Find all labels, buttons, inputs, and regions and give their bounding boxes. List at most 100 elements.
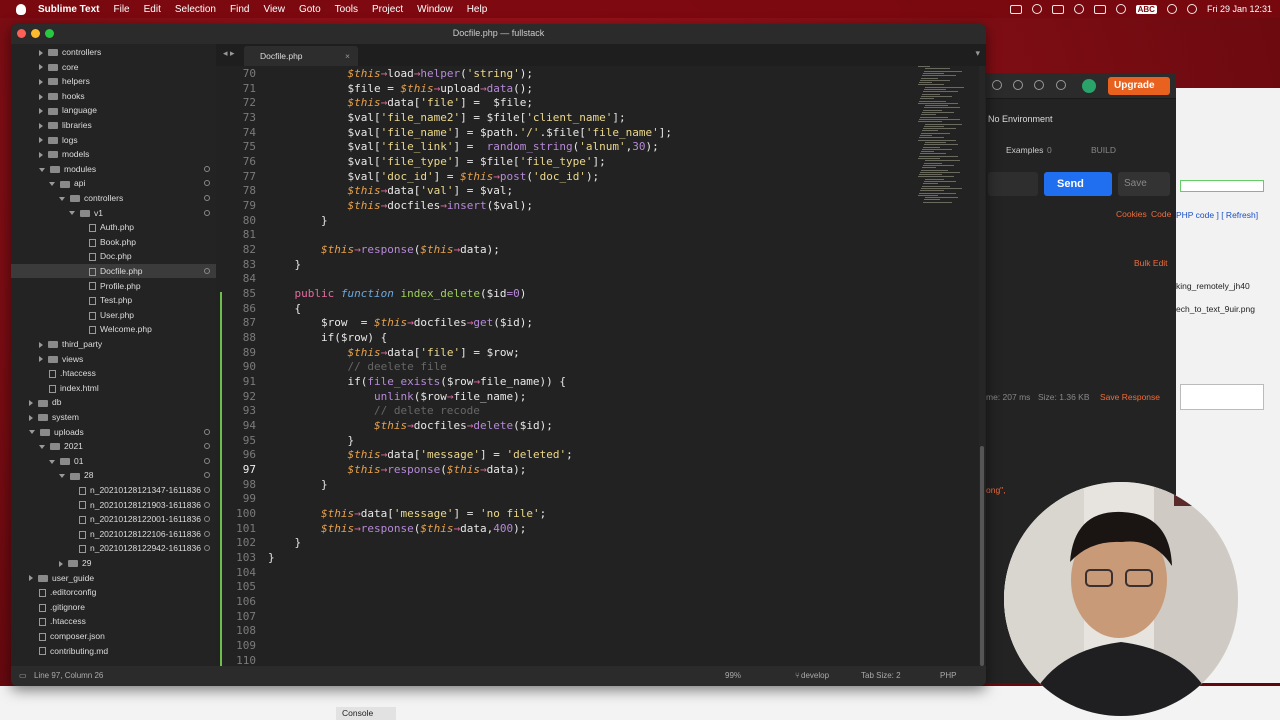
code-link[interactable]: Code [1151, 209, 1171, 219]
tab-menu-icon[interactable]: ▾ [975, 48, 980, 59]
code-line[interactable]: } [268, 478, 328, 493]
sidebar-item[interactable]: n_20210128121903-1611836 [11, 498, 216, 512]
sidebar-item[interactable]: contributing.md [11, 644, 216, 658]
close-tab-icon[interactable]: × [345, 46, 350, 66]
zoom-window-button[interactable] [45, 29, 54, 38]
minimap[interactable] [916, 66, 976, 226]
sidebar-item[interactable]: Doc.php [11, 249, 216, 263]
examples-label[interactable]: Examples [1006, 145, 1043, 155]
code-line[interactable]: $val['doc_id'] = $this→post('doc_id'); [268, 170, 599, 185]
menu-view[interactable]: View [263, 4, 285, 15]
status-icon[interactable] [1031, 4, 1042, 14]
tab-size[interactable]: Tab Size: 2 [861, 666, 901, 686]
code-line[interactable]: $this→data['val'] = $val; [268, 184, 513, 199]
chevron-right-icon[interactable] [39, 356, 43, 363]
minimize-window-button[interactable] [31, 29, 40, 38]
sidebar-item[interactable]: index.html [11, 381, 216, 395]
tab-nav-icon[interactable]: ◂ ▸ [223, 48, 235, 59]
chevron-right-icon[interactable] [39, 64, 43, 71]
php-code-link[interactable]: PHP code ] [ Refresh] [1176, 210, 1258, 220]
code-line[interactable]: { [268, 302, 301, 317]
git-branch[interactable]: develop [801, 666, 829, 686]
code-line[interactable]: // delete recode [268, 404, 480, 419]
highlight-field[interactable] [1180, 180, 1264, 192]
bell-icon[interactable] [1034, 80, 1044, 90]
cursor-position[interactable]: Line 97, Column 26 [34, 666, 103, 686]
chevron-down-icon[interactable] [29, 430, 35, 435]
avatar[interactable] [1082, 79, 1096, 93]
menu-goto[interactable]: Goto [299, 4, 321, 15]
url-field[interactable] [988, 172, 1038, 196]
scroll-thumb[interactable] [980, 446, 984, 666]
heart-icon[interactable] [1056, 80, 1066, 90]
chevron-right-icon[interactable] [39, 341, 43, 348]
sidebar-item[interactable]: .htaccess [11, 366, 216, 380]
file-link-1[interactable]: king_remotely_jh40 [1176, 281, 1250, 291]
sidebar-item[interactable]: v1 [11, 206, 216, 220]
menu-file[interactable]: File [114, 4, 130, 15]
sidebar-item[interactable]: user_guide [11, 571, 216, 585]
code-line[interactable]: } [268, 258, 301, 273]
apple-icon[interactable] [16, 3, 26, 15]
code-line[interactable]: $this→load→helper('string'); [268, 67, 532, 82]
sidebar-item[interactable]: controllers [11, 45, 216, 59]
text-area[interactable] [1180, 384, 1264, 410]
vertical-scrollbar[interactable] [979, 66, 985, 666]
sidebar-item[interactable]: Auth.php [11, 220, 216, 234]
chevron-right-icon[interactable] [39, 108, 43, 115]
sidebar-item[interactable]: libraries [11, 118, 216, 132]
chevron-down-icon[interactable] [49, 459, 55, 464]
code-line[interactable]: $this→docfiles→delete($id); [268, 419, 553, 434]
sidebar-item[interactable]: composer.json [11, 629, 216, 643]
sidebar-item[interactable]: Book.php [11, 235, 216, 249]
build-label[interactable]: BUILD [1091, 145, 1116, 155]
sidebar-item[interactable]: .editorconfig [11, 585, 216, 599]
chevron-right-icon[interactable] [29, 414, 33, 421]
sidebar-item[interactable]: modules [11, 162, 216, 176]
menu-help[interactable]: Help [467, 4, 488, 15]
code-line[interactable]: $this→response($this→data); [268, 463, 526, 478]
chevron-right-icon[interactable] [39, 93, 43, 100]
sidebar-item[interactable]: Docfile.php [11, 264, 216, 278]
sidebar-item[interactable]: 01 [11, 454, 216, 468]
code-line[interactable]: // deelete file [268, 360, 446, 375]
sidebar-item[interactable]: 28 [11, 468, 216, 482]
wifi-icon[interactable] [1115, 4, 1126, 14]
code-line[interactable]: $val['file_name'] = $path.'/'.$file['fil… [268, 126, 672, 141]
chevron-right-icon[interactable] [39, 49, 43, 56]
settings-icon[interactable] [1013, 80, 1023, 90]
sidebar-item[interactable]: logs [11, 133, 216, 147]
sidebar-item[interactable]: .gitignore [11, 600, 216, 614]
clock[interactable]: Fri 29 Jan 12:31 [1207, 4, 1272, 14]
save-response-button[interactable]: Save Response [1100, 392, 1160, 402]
sidebar-item[interactable]: 2021 [11, 439, 216, 453]
upgrade-button[interactable]: Upgrade [1108, 77, 1170, 95]
chevron-right-icon[interactable] [39, 151, 43, 158]
code-line[interactable]: $this→data['file'] = $file; [268, 96, 532, 111]
chat-icon[interactable] [1051, 4, 1064, 14]
input-source-badge[interactable]: ABC [1135, 4, 1157, 14]
syntax[interactable]: PHP [940, 666, 956, 686]
save-button[interactable]: Save [1118, 172, 1170, 196]
code-line[interactable]: $row = $this→docfiles→get($id); [268, 316, 533, 331]
sidebar-item[interactable]: helpers [11, 74, 216, 88]
siri-icon[interactable] [1186, 4, 1197, 14]
chevron-right-icon[interactable] [29, 400, 33, 407]
menu-project[interactable]: Project [372, 4, 403, 15]
chevron-down-icon[interactable] [49, 182, 55, 187]
sidebar-item[interactable]: core [11, 60, 216, 74]
sidebar-item[interactable]: system [11, 410, 216, 424]
sidebar-item[interactable]: models [11, 147, 216, 161]
chevron-right-icon[interactable] [39, 78, 43, 85]
menu-selection[interactable]: Selection [175, 4, 216, 15]
code-line[interactable]: $this→data['file'] = $row; [268, 346, 519, 361]
code-line[interactable]: if($row) { [268, 331, 387, 346]
code-line[interactable]: if(file_exists($row→file_name)) { [268, 375, 566, 390]
code-line[interactable]: } [268, 551, 275, 566]
cookies-link[interactable]: Cookies [1116, 209, 1147, 219]
code-line[interactable]: unlink($row→file_name); [268, 390, 526, 405]
sidebar-item[interactable]: n_20210128121347-1611836 [11, 483, 216, 497]
code-line[interactable]: $val['file_link'] = random_string('alnum… [268, 140, 658, 155]
menu-window[interactable]: Window [417, 4, 453, 15]
sidebar-item[interactable]: db [11, 395, 216, 409]
